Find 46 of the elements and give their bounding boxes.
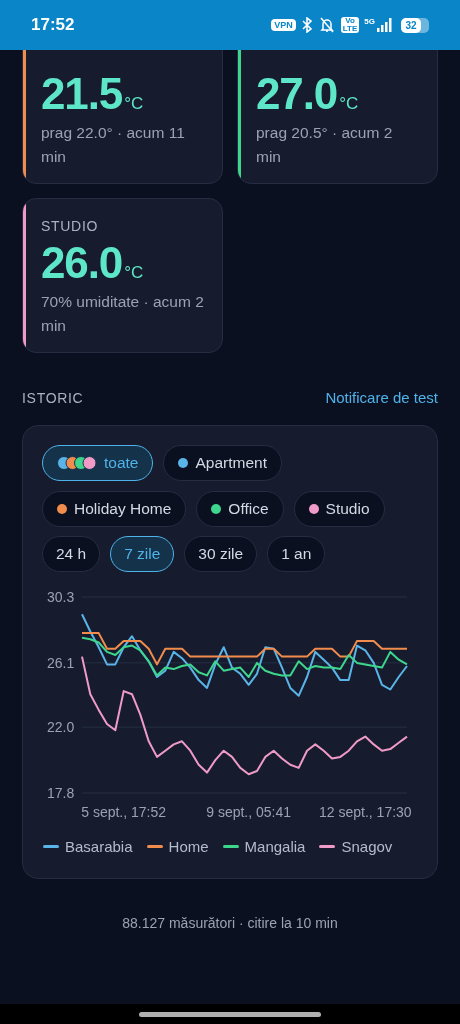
section-title: ISTORIC [22, 388, 84, 408]
home-indicator[interactable] [139, 1011, 321, 1017]
temperature-unit: °C [339, 93, 359, 115]
y-axis-label: 26.1 [47, 654, 75, 671]
stacked-dots-icon [57, 455, 97, 470]
clock-time: 17:52 [31, 14, 75, 37]
temperature-unit: °C [124, 93, 144, 115]
filter-chip[interactable]: Studio [293, 490, 385, 527]
temperature-unit: °C [124, 262, 144, 284]
sensor-detail: prag 20.5° · acum 2 min [256, 123, 394, 167]
muted-bell-icon [317, 17, 336, 33]
vpn-badge: VPN [271, 19, 296, 31]
sensor-detail: prag 22.0° · acum 11 min [41, 123, 186, 167]
filter-chip[interactable]: Apartment [163, 444, 282, 481]
signal-icon [377, 18, 393, 32]
x-axis-label: 5 sept., 17:52 [81, 803, 167, 820]
sensor-card[interactable]: 27.0°C prag 20.5° · acum 2 min [237, 50, 438, 184]
x-axis-label: 12 sept., 17:30 [319, 803, 412, 820]
volte-badge: Vo LTE [340, 17, 360, 33]
test-notification-link[interactable]: Notificare de test [325, 387, 438, 410]
y-axis-label: 30.3 [47, 588, 75, 605]
legend-label: Basarabia [65, 836, 133, 857]
bluetooth-icon [300, 17, 313, 33]
legend-label: Mangalia [244, 836, 306, 857]
temperature-value: 21.5 [41, 69, 123, 119]
temperature-value: 26.0 [41, 238, 123, 288]
legend-label: Snagov [341, 836, 393, 857]
sensor-card[interactable]: 21.5°C prag 22.0° · acum 11 min [22, 50, 223, 184]
sensor-card[interactable]: STUDIO 26.0°C 70% umiditate · acum 2 min [22, 198, 223, 353]
legend-label: Home [168, 836, 209, 857]
sensor-detail: 70% umiditate · acum 2 min [41, 292, 205, 336]
y-axis-label: 17.8 [47, 784, 75, 801]
x-axis-label: 9 sept., 05:41 [206, 803, 292, 820]
range-chip[interactable]: 7 zile [110, 535, 175, 572]
network-type: 5G [364, 18, 375, 26]
range-chip[interactable]: 30 zile [184, 535, 258, 572]
filter-chip[interactable]: Office [196, 490, 284, 527]
filter-chip[interactable]: toate [42, 444, 154, 481]
range-chip[interactable]: 1 an [267, 535, 326, 572]
temperature-value: 27.0 [256, 69, 338, 119]
y-axis-label: 22.0 [47, 718, 75, 735]
sensor-name: STUDIO [41, 217, 100, 236]
battery-indicator: 32 [401, 17, 429, 33]
filter-chip[interactable]: Holiday Home [42, 490, 187, 527]
range-chip[interactable]: 24 h [42, 535, 101, 572]
footer-text: 88.127 măsurători · citire la 10 min [121, 914, 339, 933]
